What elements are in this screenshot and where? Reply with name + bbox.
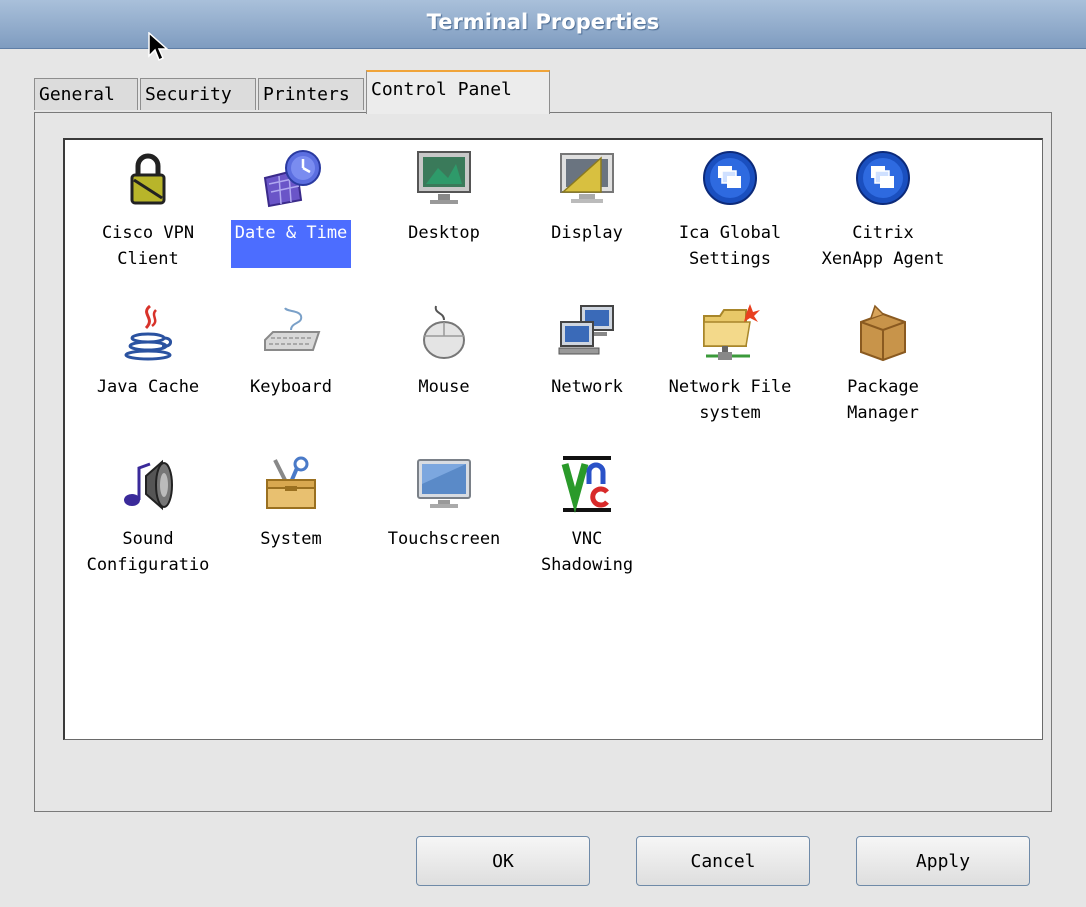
mouse-icon — [423, 305, 465, 359]
item-label: Package Manager — [847, 377, 919, 423]
tab-security[interactable]: Security — [140, 78, 256, 110]
item-label: Date & Time — [218, 220, 364, 268]
citrix-icon — [856, 151, 910, 205]
ok-button[interactable]: OK — [416, 836, 590, 886]
display-icon — [560, 153, 614, 203]
item-label: Desktop — [408, 223, 480, 243]
keyboard-icon — [264, 307, 321, 351]
java-icon — [124, 304, 172, 361]
network-folder-icon — [703, 304, 760, 360]
item-label: Sound Configuratio — [86, 529, 210, 575]
apply-button[interactable]: Apply — [856, 836, 1030, 886]
vnc-icon — [561, 456, 611, 514]
item-label: Ica Global Settings — [678, 223, 782, 269]
control-panel-icon-view[interactable]: Cisco VPN Client Date & Time Desktop Dis… — [63, 138, 1043, 740]
speaker-icon — [124, 459, 173, 511]
item-label: System — [260, 529, 322, 549]
citrix-icon — [703, 151, 757, 205]
item-label: Network File system — [668, 377, 792, 423]
item-label: Touchscreen — [387, 529, 501, 549]
item-label: Mouse — [418, 377, 470, 397]
network-icon — [558, 305, 614, 355]
window-title: Terminal Properties — [426, 10, 660, 34]
padlock-icon — [130, 153, 166, 205]
item-label: Cisco VPN Client — [101, 223, 195, 269]
item-label: Display — [551, 223, 623, 243]
tab-printers[interactable]: Printers — [258, 78, 364, 110]
package-icon — [860, 304, 906, 362]
tab-general[interactable]: General — [34, 78, 138, 110]
item-label: Network — [551, 377, 623, 397]
item-label: VNC Shadowing — [540, 529, 634, 575]
toolbox-icon — [266, 456, 316, 509]
cancel-button[interactable]: Cancel — [636, 836, 810, 886]
desktop-wallpaper-icon — [417, 151, 471, 204]
item-label: Keyboard — [250, 377, 332, 397]
tab-control-panel[interactable]: Control Panel — [366, 70, 550, 114]
touchscreen-icon — [417, 459, 471, 508]
item-label: Citrix XenApp Agent — [821, 223, 945, 269]
mouse-pointer-icon — [148, 32, 169, 62]
calendar-clock-icon — [263, 150, 321, 208]
item-label: Java Cache — [96, 377, 200, 397]
